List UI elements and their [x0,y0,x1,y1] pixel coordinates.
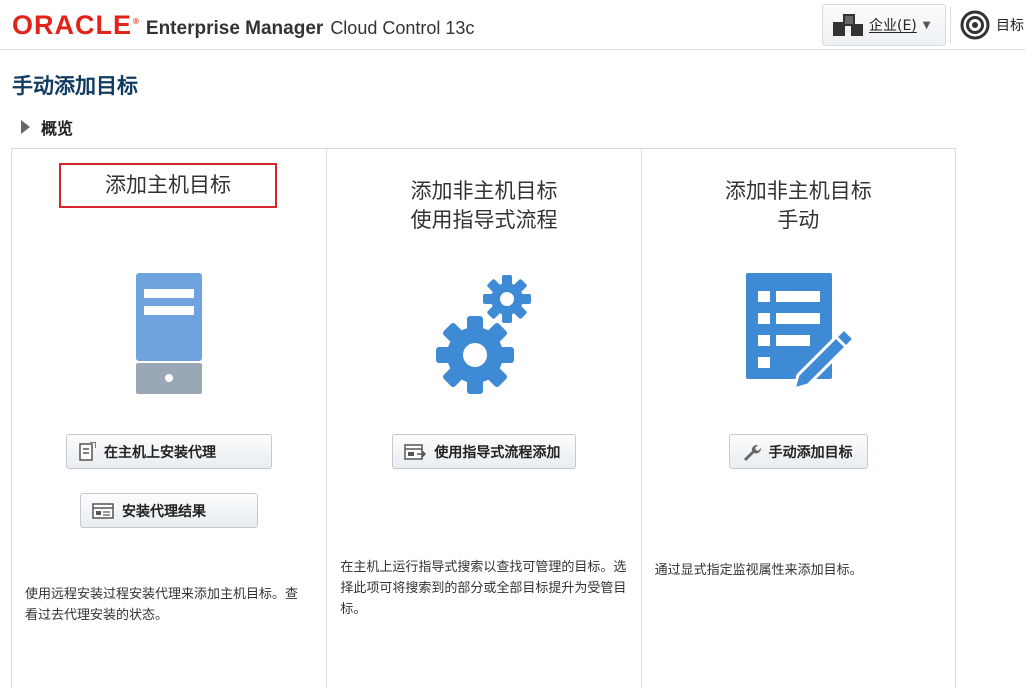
manual-add-label: 手动添加目标 [768,444,853,461]
enterprise-menu-label: 企业(E) [869,18,917,34]
disclosure-triangle-icon [21,120,30,134]
panel-description: 使用远程安装过程安装代理来添加主机目标。查看过去代理安装的状态。 [25,587,299,623]
manual-add-button[interactable]: 手动添加目标 [728,434,868,469]
panel-title-line: 使用指导式流程 [410,208,558,232]
targets-menu[interactable]: 目标 [956,4,1025,46]
panel-add-host-target: 添加主机目标 在主机上安装代理 安装代理结果 使用远程安装过程安装代理来添加主机… [12,149,326,688]
guided-add-label: 使用指导式流程添加 [434,444,561,461]
panel-title-line: 添加主机目标 [105,173,231,197]
install-agent-button[interactable]: 在主机上安装代理 [66,434,272,469]
agent-results-button[interactable]: 安装代理结果 [80,493,258,528]
agent-results-icon [92,502,114,519]
install-agent-icon [79,441,96,461]
product-subtitle: Cloud Control 13c [330,18,475,38]
overview-disclosure[interactable]: 概览 [21,115,73,139]
wrench-icon [743,444,761,461]
targets-menu-label: 目标 [996,18,1024,34]
product-title: Enterprise Manager [145,18,324,39]
panel-title-line: 添加非主机目标 [410,179,558,203]
enterprise-icon [833,14,863,36]
guided-process-icon [404,443,427,460]
target-icon [960,10,990,40]
enterprise-menu[interactable]: 企业(E) ▼ [822,4,946,46]
overview-label: 概览 [41,119,74,138]
brand: ORACLE® Enterprise Manager Cloud Control… [12,10,474,41]
panel-title-line: 手动 [777,208,820,232]
chevron-down-icon: ▼ [922,19,931,31]
server-icon [136,273,202,394]
guided-add-button[interactable]: 使用指导式流程添加 [392,434,577,469]
panel-add-nonhost-manual: 添加非主机目标 手动 手动添加目标 通过显式指定监视属性来添加目标。 [640,149,955,688]
page-title: 手动添加目标 [12,74,138,98]
panel-title-line: 添加非主机目标 [724,179,872,203]
gears-icon [436,275,532,394]
document-edit-icon [745,273,856,392]
panel-description: 在主机上运行指导式搜索以查找可管理的目标。选择此项可将搜索到的部分或全部目标提升… [340,560,627,617]
app-header: ORACLE® Enterprise Manager Cloud Control… [0,0,1025,50]
add-target-options: 添加主机目标 在主机上安装代理 安装代理结果 使用远程安装过程安装代理来添加主机… [11,148,956,688]
install-agent-label: 在主机上安装代理 [104,444,216,461]
panel-description: 通过显式指定监视属性来添加目标。 [654,563,863,578]
panel-title: 添加非主机目标 手动 [642,177,955,235]
agent-results-label: 安装代理结果 [122,503,206,520]
panel-add-nonhost-guided: 添加非主机目标 使用指导式流程 使用指导式流程添加 在主机上运行指导式搜索以查找… [326,149,640,688]
header-divider [950,6,951,44]
panel-title: 添加非主机目标 使用指导式流程 [327,177,640,235]
oracle-logo: ORACLE® [12,10,140,40]
panel-title: 添加主机目标 [59,163,277,208]
